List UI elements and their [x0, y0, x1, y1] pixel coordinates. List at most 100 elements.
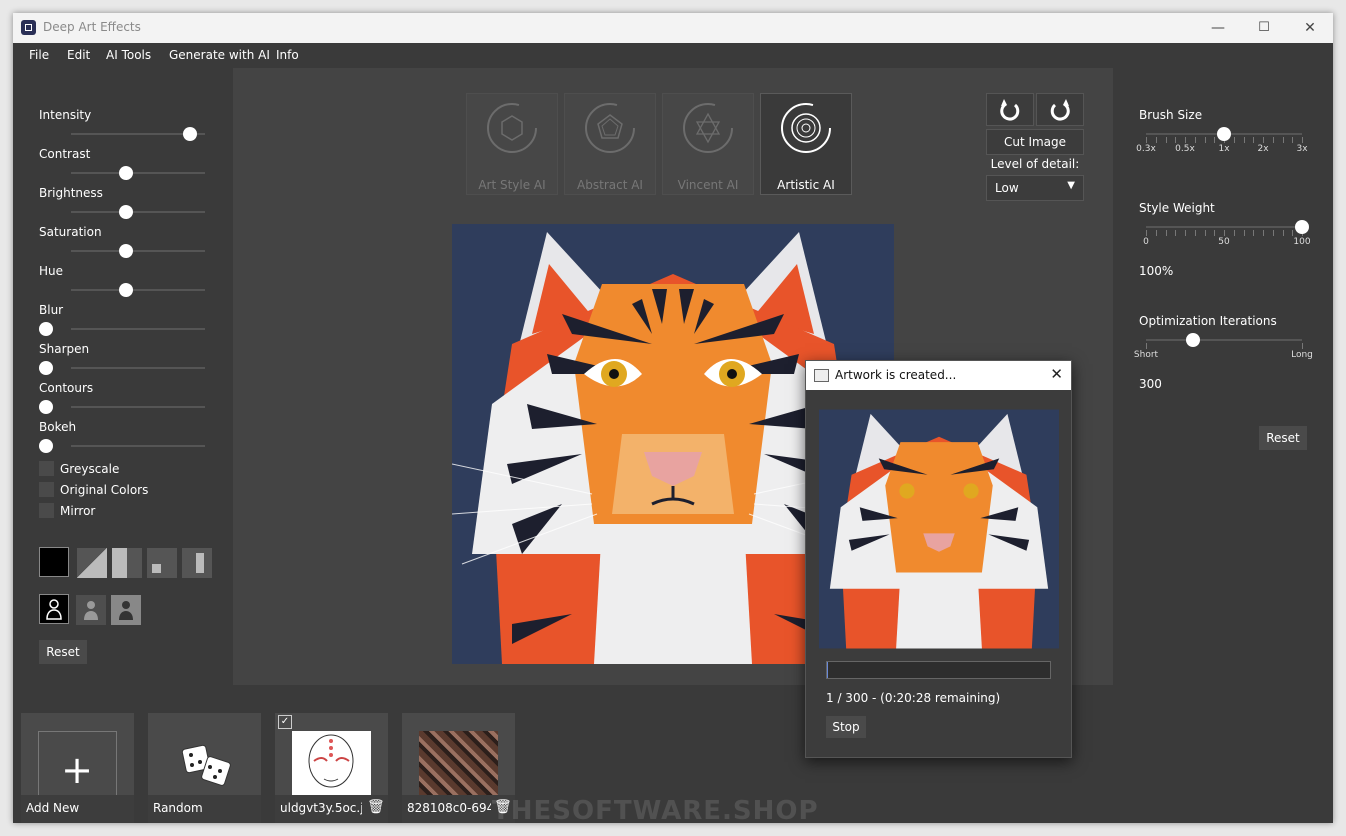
- redo-button[interactable]: [1036, 93, 1084, 126]
- style-thumbnail-1[interactable]: ✓ uldgvt3y.5oc.jpg 🗑: [275, 713, 388, 823]
- brush-size-knob[interactable]: [1217, 127, 1231, 141]
- blend-vertical-icon[interactable]: [112, 548, 142, 578]
- iterations-tick: [1146, 343, 1147, 349]
- left-reset-button[interactable]: Reset: [39, 640, 87, 664]
- slider-knob-saturation[interactable]: [119, 244, 133, 258]
- slider-knob-blur[interactable]: [39, 322, 53, 336]
- style-weight-tick: [1282, 230, 1284, 236]
- brush-size-tick-label: 0.3x: [1136, 144, 1156, 154]
- blend-full-icon[interactable]: [39, 547, 69, 577]
- style-abstract-ai-button[interactable]: Abstract AI: [564, 93, 656, 195]
- progress-bar: [826, 661, 1051, 679]
- slider-label-intensity: Intensity: [39, 108, 92, 122]
- dice-icon: [181, 744, 231, 786]
- style-weight-tick-label: 50: [1218, 237, 1230, 247]
- brush-size-tick: [1243, 137, 1245, 143]
- slider-label-saturation: Saturation: [39, 225, 102, 239]
- iterations-track[interactable]: [1146, 339, 1302, 341]
- add-new-label: Add New: [26, 801, 80, 815]
- dialog-close-icon[interactable]: ✕: [1050, 365, 1063, 383]
- stop-button[interactable]: Stop: [826, 716, 866, 738]
- add-new-thumbnail[interactable]: + Add New: [21, 713, 134, 823]
- brush-size-tick: [1272, 137, 1274, 143]
- undo-button[interactable]: [986, 93, 1034, 126]
- style-1-icon: [487, 103, 537, 153]
- slider-bokeh[interactable]: [39, 439, 205, 453]
- brush-size-tick: [1146, 137, 1147, 143]
- slider-contrast[interactable]: [71, 166, 205, 180]
- original-colors-checkbox[interactable]: [39, 482, 54, 497]
- blend-diagonal-icon[interactable]: [77, 548, 107, 578]
- style-weight-tick: [1253, 230, 1255, 236]
- style-weight-value: 100%: [1139, 264, 1174, 278]
- slider-knob-contrast[interactable]: [119, 166, 133, 180]
- watermark-text: THESOFTWARE.SHOP: [492, 796, 819, 826]
- dialog-title-bar: Artwork is created... ✕: [806, 361, 1071, 390]
- style-weight-tick-label: 0: [1143, 237, 1149, 247]
- mirror-checkbox[interactable]: [39, 503, 54, 518]
- brush-size-tick: [1233, 137, 1235, 143]
- brush-size-tick-label: 3x: [1296, 144, 1308, 154]
- iterations-knob[interactable]: [1185, 333, 1200, 347]
- close-button[interactable]: ✕: [1287, 13, 1333, 43]
- slider-knob-contours[interactable]: [39, 400, 53, 414]
- brush-size-tick: [1165, 137, 1167, 143]
- brush-size-tick: [1185, 137, 1186, 143]
- slider-label-sharpen: Sharpen: [39, 342, 90, 356]
- style-weight-tick: [1204, 230, 1206, 236]
- delete-trash-icon[interactable]: 🗑: [367, 799, 385, 815]
- slider-knob-intensity[interactable]: [183, 127, 197, 141]
- person-background-icon[interactable]: [76, 595, 106, 625]
- style-weight-knob[interactable]: [1295, 220, 1309, 234]
- iterations-tick-label: Short: [1133, 350, 1159, 360]
- slider-hue[interactable]: [71, 283, 205, 297]
- person-foreground-icon[interactable]: [111, 595, 141, 625]
- level-of-detail-value: Low: [995, 181, 1019, 195]
- slider-knob-brightness[interactable]: [119, 205, 133, 219]
- style-weight-track[interactable]: [1146, 226, 1302, 228]
- style-art-style-ai-button[interactable]: Art Style AI: [466, 93, 558, 195]
- style-artistic-ai-button[interactable]: Artistic AI: [760, 93, 852, 195]
- level-of-detail-select[interactable]: Low ▼: [986, 175, 1084, 201]
- slider-blur[interactable]: [39, 322, 205, 336]
- maximize-button[interactable]: ☐: [1241, 13, 1287, 43]
- brush-size-tick: [1214, 137, 1216, 143]
- iterations-value: 300: [1139, 377, 1162, 391]
- greyscale-checkbox[interactable]: [39, 461, 54, 476]
- menu-bar: File Edit AI Tools Generate with AI Info: [13, 43, 1333, 67]
- style-weight-tick: [1185, 230, 1186, 236]
- random-thumbnail[interactable]: Random: [148, 713, 261, 823]
- slider-contours[interactable]: [39, 400, 205, 414]
- blend-corner-icon[interactable]: [147, 548, 177, 578]
- style-weight-tick: [1233, 230, 1235, 236]
- menu-generate-with-ai[interactable]: Generate with AI: [169, 48, 270, 62]
- blend-half-icon[interactable]: [182, 548, 212, 578]
- menu-info[interactable]: Info: [276, 48, 299, 62]
- brush-size-tick: [1204, 137, 1206, 143]
- style-vincent-ai-button[interactable]: Vincent AI: [662, 93, 754, 195]
- slider-brightness[interactable]: [71, 205, 205, 219]
- menu-ai-tools[interactable]: AI Tools: [106, 48, 151, 62]
- dialog-title: Artwork is created...: [835, 368, 957, 382]
- minimize-button[interactable]: —: [1195, 13, 1241, 43]
- style-thumbnail-1-label: uldgvt3y.5oc.jpg: [280, 801, 362, 815]
- slider-knob-sharpen[interactable]: [39, 361, 53, 375]
- slider-label-bokeh: Bokeh: [39, 420, 77, 434]
- style-thumbnail-2-label: 828108c0-694b: [407, 801, 491, 815]
- texture-image: [419, 731, 498, 795]
- slider-knob-bokeh[interactable]: [39, 439, 53, 453]
- selected-check-icon[interactable]: ✓: [278, 715, 292, 729]
- right-reset-button[interactable]: Reset: [1259, 426, 1307, 450]
- slider-sharpen[interactable]: [39, 361, 205, 375]
- slider-knob-hue[interactable]: [119, 283, 133, 297]
- slider-intensity[interactable]: [71, 127, 205, 141]
- menu-file[interactable]: File: [29, 48, 49, 62]
- brush-size-tick: [1175, 137, 1177, 143]
- style-weight-tick: [1224, 230, 1225, 236]
- cut-image-button[interactable]: Cut Image: [986, 129, 1084, 155]
- person-outline-icon[interactable]: [39, 594, 69, 624]
- brush-size-tick-label: 2x: [1257, 144, 1269, 154]
- menu-edit[interactable]: Edit: [67, 48, 90, 62]
- slider-saturation[interactable]: [71, 244, 205, 258]
- brush-size-label: Brush Size: [1139, 108, 1203, 122]
